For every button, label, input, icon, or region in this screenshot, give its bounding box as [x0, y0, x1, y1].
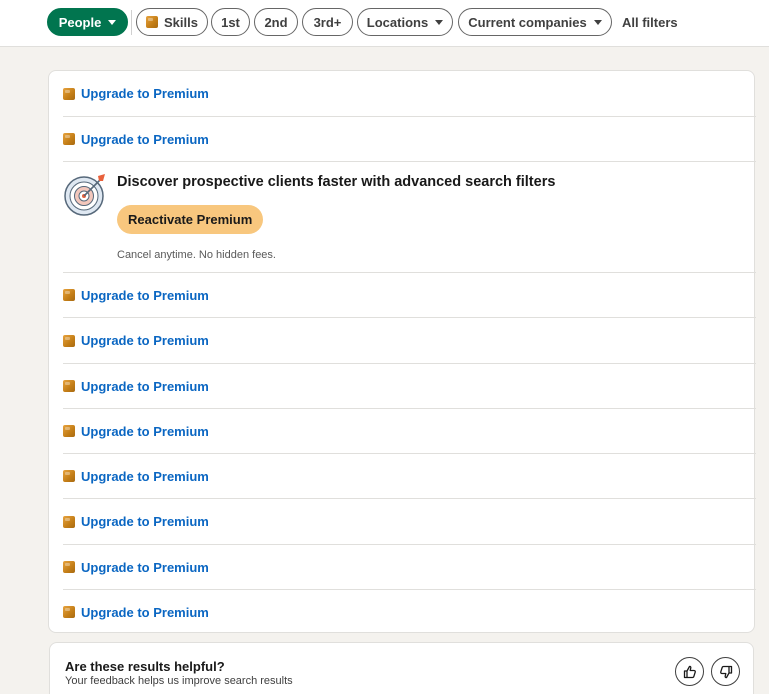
thumbs-down-icon — [719, 665, 732, 678]
result-row: Upgrade to Premium — [63, 454, 756, 499]
premium-badge-icon — [63, 380, 75, 392]
search-filter-bar: People Skills 1st 2nd 3rd+ Locations Cur… — [0, 0, 769, 47]
premium-badge-icon — [146, 16, 159, 28]
result-row: Upgrade to Premium — [63, 273, 756, 318]
people-filter-label: People — [58, 14, 102, 30]
premium-badge-icon — [63, 87, 75, 100]
premium-badge-icon — [63, 470, 75, 482]
current-companies-filter-label: Current companies — [468, 14, 587, 30]
premium-promo: Discover prospective clients faster with… — [63, 162, 756, 273]
results-feedback-card: Are these results helpful? Your feedback… — [49, 642, 754, 694]
caret-down-icon — [435, 19, 444, 25]
upgrade-to-premium-link[interactable]: Upgrade to Premium — [81, 560, 209, 575]
third-connections-label: 3rd+ — [313, 14, 342, 30]
result-row: Upgrade to Premium — [63, 590, 756, 634]
upgrade-to-premium-link[interactable]: Upgrade to Premium — [81, 605, 209, 620]
result-row: Upgrade to Premium — [63, 71, 756, 117]
premium-badge-icon — [63, 289, 75, 301]
caret-down-icon — [108, 19, 117, 25]
all-filters-button[interactable]: All filters — [622, 8, 678, 36]
second-connections-filter-button[interactable]: 2nd — [254, 8, 298, 36]
premium-badge-icon — [63, 515, 75, 528]
upgrade-to-premium-link[interactable]: Upgrade to Premium — [81, 132, 209, 147]
promo-title: Discover prospective clients faster with… — [117, 174, 556, 190]
people-filter-button[interactable]: People — [47, 8, 128, 36]
feedback-title: Are these results helpful? — [65, 659, 225, 674]
thumbs-up-icon — [683, 665, 696, 678]
result-row: Upgrade to Premium — [63, 318, 756, 364]
current-companies-filter-button[interactable]: Current companies — [458, 8, 612, 36]
result-row: Upgrade to Premium — [63, 364, 756, 409]
upgrade-to-premium-link[interactable]: Upgrade to Premium — [81, 469, 209, 484]
thumbs-up-button[interactable] — [675, 657, 704, 686]
upgrade-to-premium-link[interactable]: Upgrade to Premium — [81, 379, 209, 394]
target-icon — [64, 174, 105, 216]
locations-filter-button[interactable]: Locations — [357, 8, 453, 36]
premium-badge-icon — [63, 133, 75, 145]
skills-filter-label: Skills — [164, 14, 198, 30]
first-connections-label: 1st — [221, 14, 240, 30]
premium-badge-icon — [63, 425, 75, 437]
search-results-card: Upgrade to Premium Upgrade to Premium Di… — [48, 70, 756, 634]
caret-down-icon — [593, 19, 602, 25]
second-connections-label: 2nd — [264, 14, 288, 30]
third-connections-filter-button[interactable]: 3rd+ — [302, 8, 353, 36]
result-row: Upgrade to Premium — [63, 545, 756, 590]
premium-badge-icon — [63, 561, 75, 573]
premium-badge-icon — [63, 334, 75, 347]
upgrade-to-premium-link[interactable]: Upgrade to Premium — [81, 288, 209, 303]
first-connections-filter-button[interactable]: 1st — [211, 8, 250, 36]
result-row: Upgrade to Premium — [63, 117, 756, 162]
feedback-subtitle: Your feedback helps us improve search re… — [65, 675, 293, 687]
skills-filter-button[interactable]: Skills — [136, 8, 208, 36]
result-row: Upgrade to Premium — [63, 409, 756, 454]
reactivate-premium-button[interactable]: Reactivate Premium — [117, 205, 264, 234]
promo-note: Cancel anytime. No hidden fees. — [117, 249, 276, 261]
filter-divider — [131, 10, 132, 35]
upgrade-to-premium-link[interactable]: Upgrade to Premium — [81, 86, 209, 101]
upgrade-to-premium-link[interactable]: Upgrade to Premium — [81, 333, 209, 348]
thumbs-down-button[interactable] — [711, 657, 740, 686]
locations-filter-label: Locations — [366, 14, 429, 30]
all-filters-label: All filters — [622, 14, 678, 30]
premium-badge-icon — [63, 606, 75, 618]
upgrade-to-premium-link[interactable]: Upgrade to Premium — [81, 514, 209, 529]
result-row: Upgrade to Premium — [63, 499, 756, 545]
upgrade-to-premium-link[interactable]: Upgrade to Premium — [81, 424, 209, 439]
